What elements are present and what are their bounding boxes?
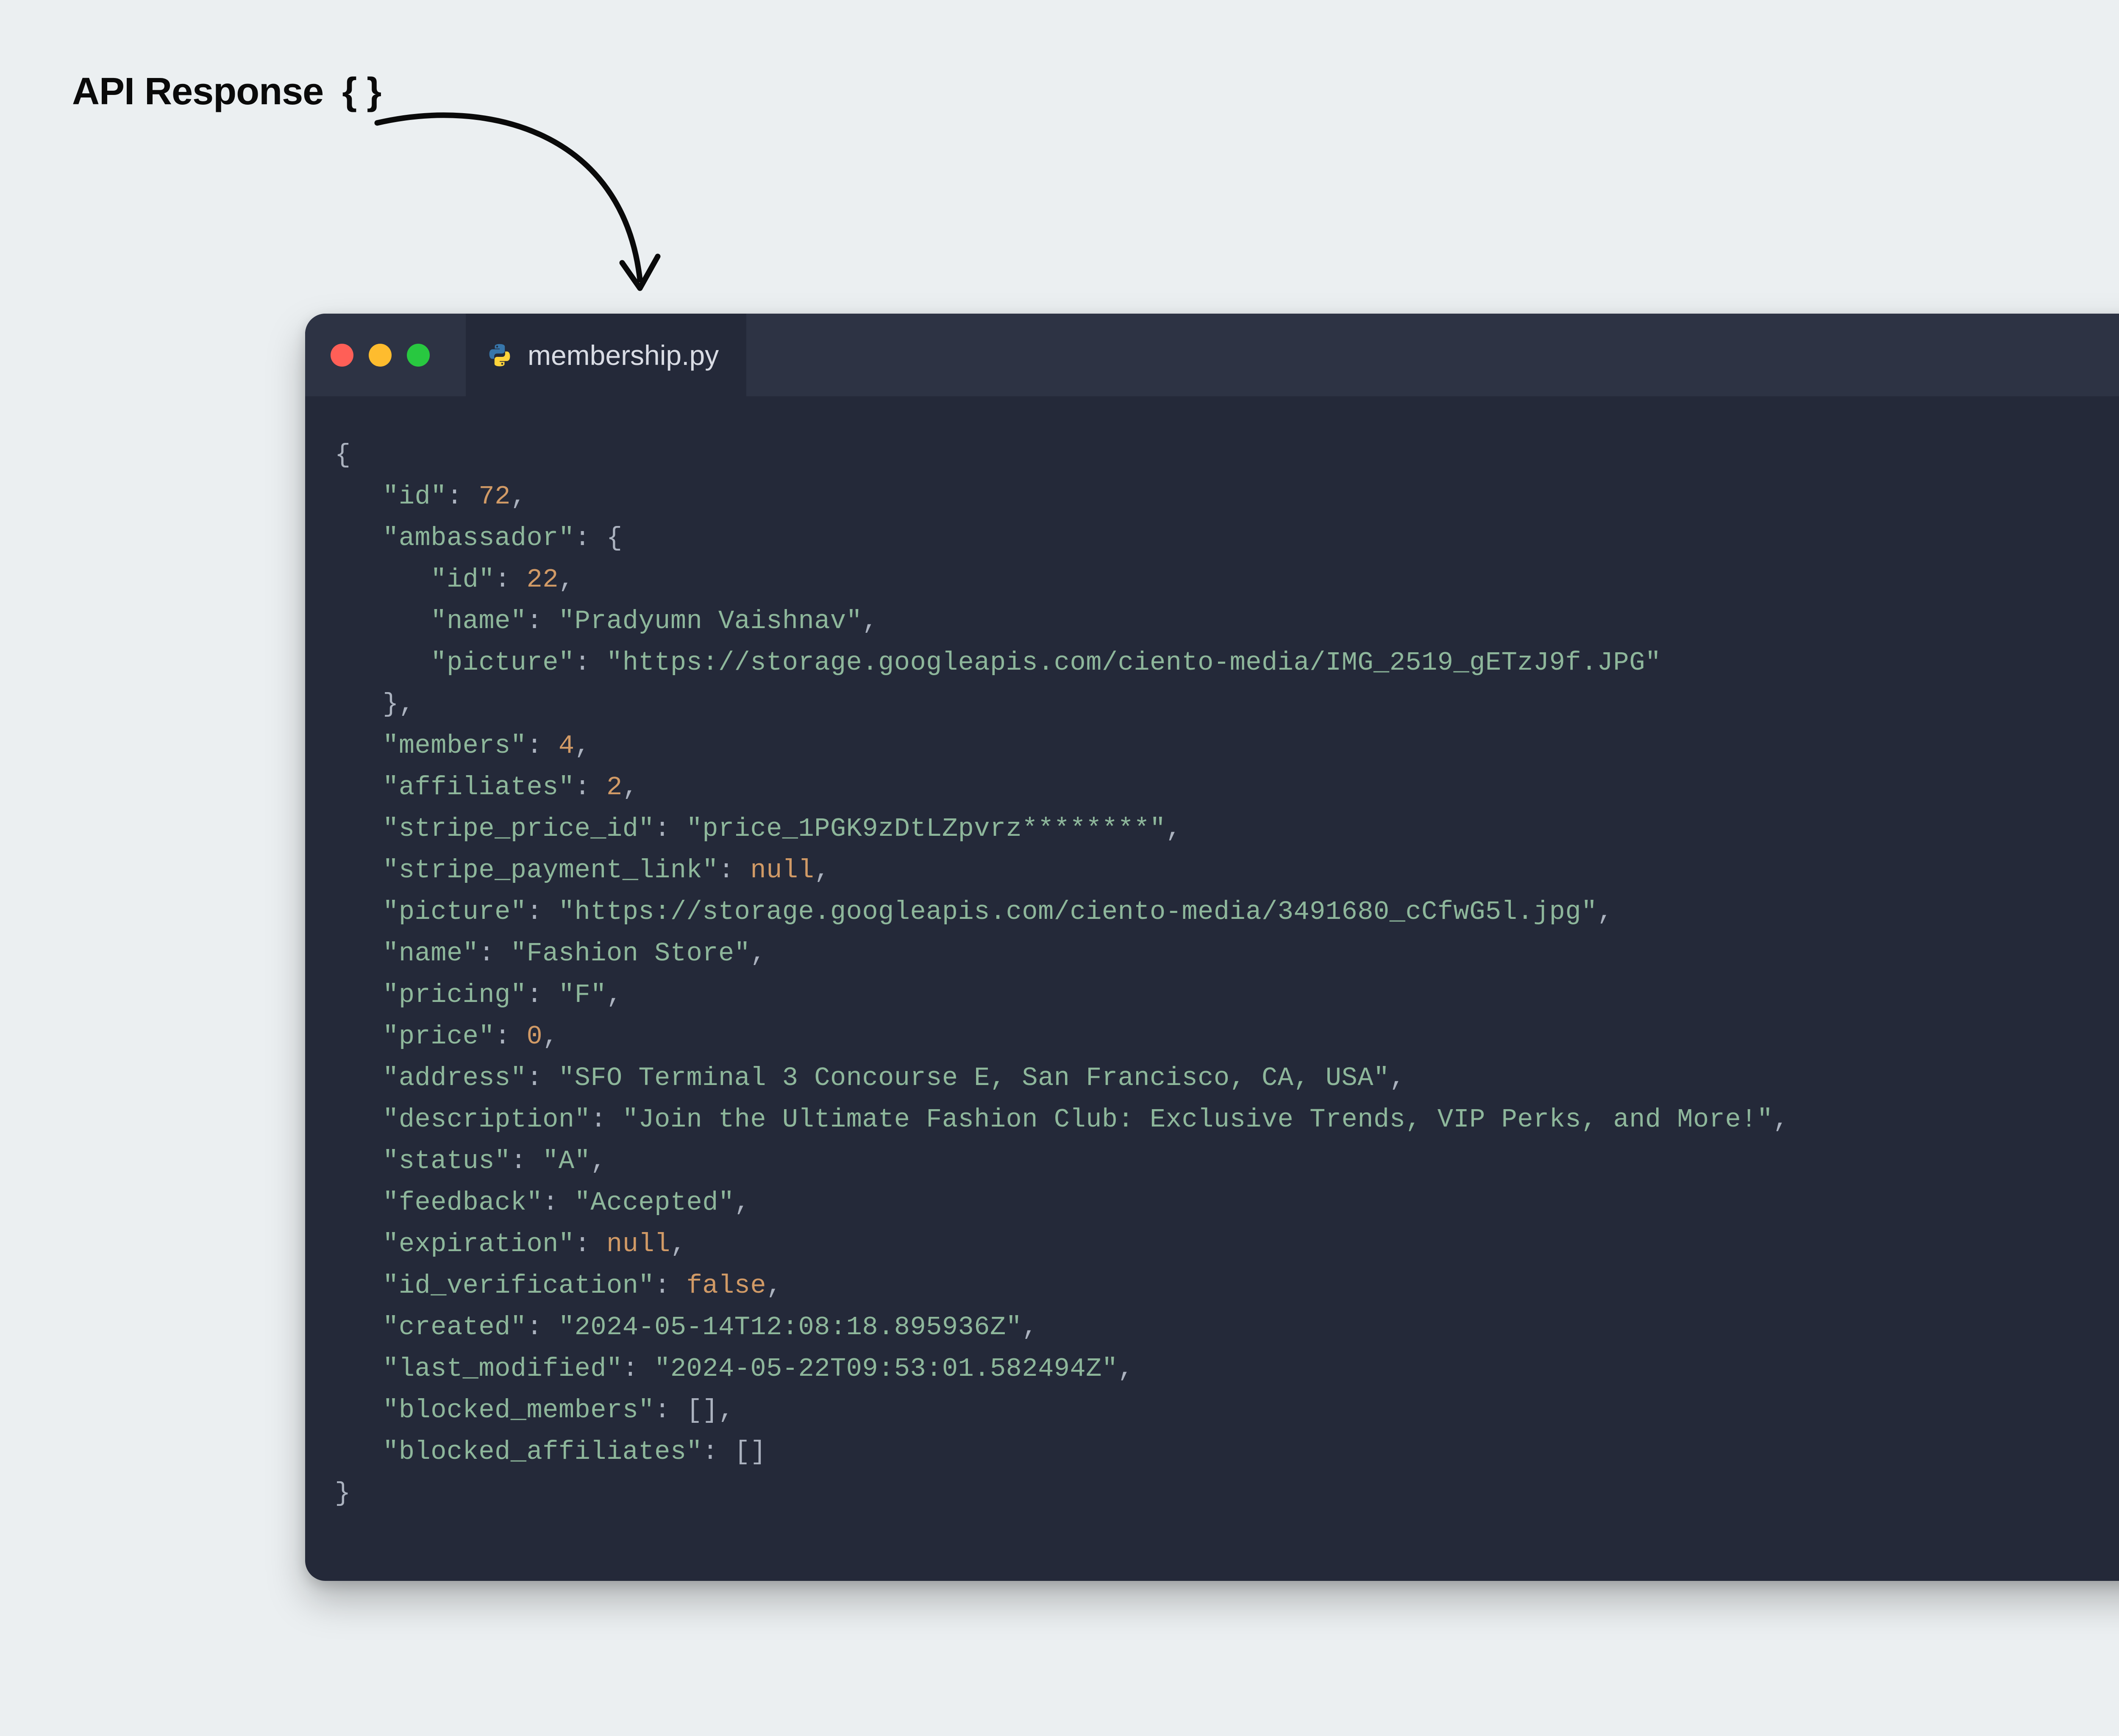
window-close-button[interactable] bbox=[331, 344, 353, 367]
code-body[interactable]: { "id": 72, "ambassador": { "id": 22, "n… bbox=[305, 396, 2119, 1581]
window-minimize-button[interactable] bbox=[369, 344, 392, 367]
traffic-lights bbox=[331, 344, 430, 367]
code-window: membership.py { "id": 72, "ambassador": … bbox=[305, 314, 2119, 1581]
arrow-annotation bbox=[369, 81, 665, 309]
tab-membership[interactable]: membership.py bbox=[466, 314, 746, 396]
window-zoom-button[interactable] bbox=[407, 344, 430, 367]
title-text: API Response bbox=[72, 70, 323, 113]
title-braces: { } bbox=[342, 70, 381, 113]
tab-label: membership.py bbox=[528, 339, 719, 371]
window-titlebar: membership.py bbox=[305, 314, 2119, 396]
python-icon bbox=[487, 342, 512, 368]
page-title: API Response { } bbox=[72, 70, 381, 114]
